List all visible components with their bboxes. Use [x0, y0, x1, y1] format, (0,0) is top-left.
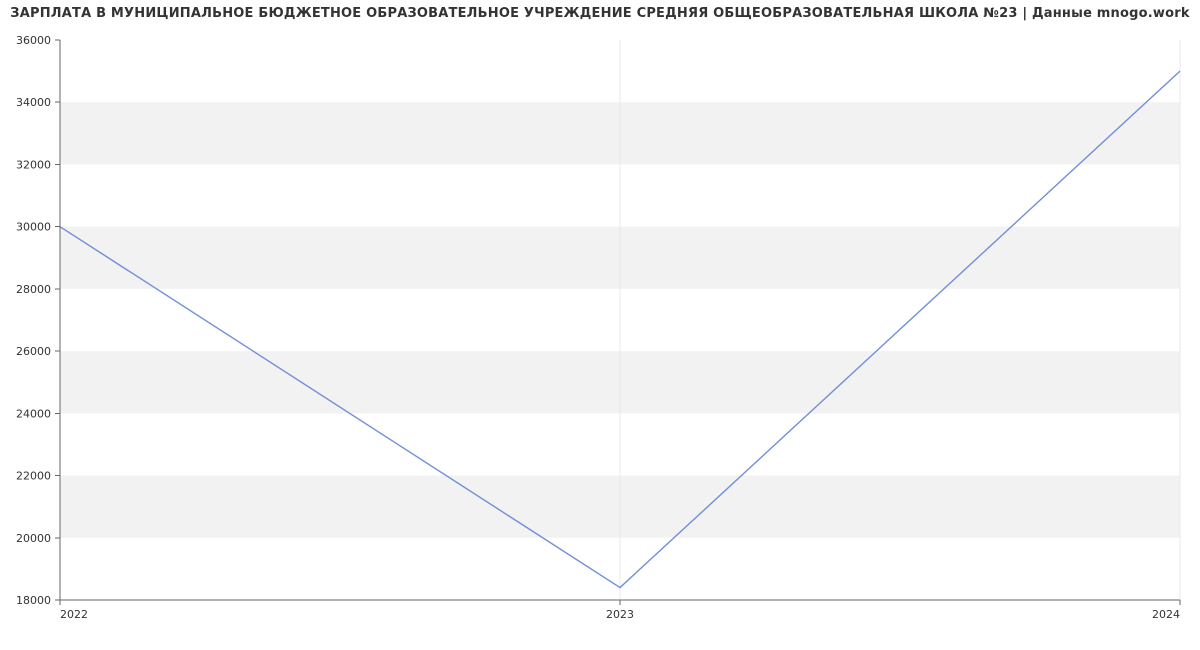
chart-title: ЗАРПЛАТА В МУНИЦИПАЛЬНОЕ БЮДЖЕТНОЕ ОБРАЗ… — [0, 6, 1200, 21]
svg-text:24000: 24000 — [16, 407, 51, 420]
salary-chart: ЗАРПЛАТА В МУНИЦИПАЛЬНОЕ БЮДЖЕТНОЕ ОБРАЗ… — [0, 0, 1200, 650]
svg-text:22000: 22000 — [16, 470, 51, 483]
svg-text:2022: 2022 — [60, 608, 88, 621]
svg-text:2023: 2023 — [606, 608, 634, 621]
svg-text:34000: 34000 — [16, 96, 51, 109]
svg-text:26000: 26000 — [16, 345, 51, 358]
svg-text:30000: 30000 — [16, 221, 51, 234]
svg-text:20000: 20000 — [16, 532, 51, 545]
svg-text:2024: 2024 — [1152, 608, 1180, 621]
svg-text:36000: 36000 — [16, 34, 51, 47]
svg-text:28000: 28000 — [16, 283, 51, 296]
svg-text:32000: 32000 — [16, 158, 51, 171]
svg-text:18000: 18000 — [16, 594, 51, 607]
plot-area: 1800020000220002400026000280003000032000… — [60, 40, 1180, 600]
chart-svg: 1800020000220002400026000280003000032000… — [60, 40, 1180, 600]
